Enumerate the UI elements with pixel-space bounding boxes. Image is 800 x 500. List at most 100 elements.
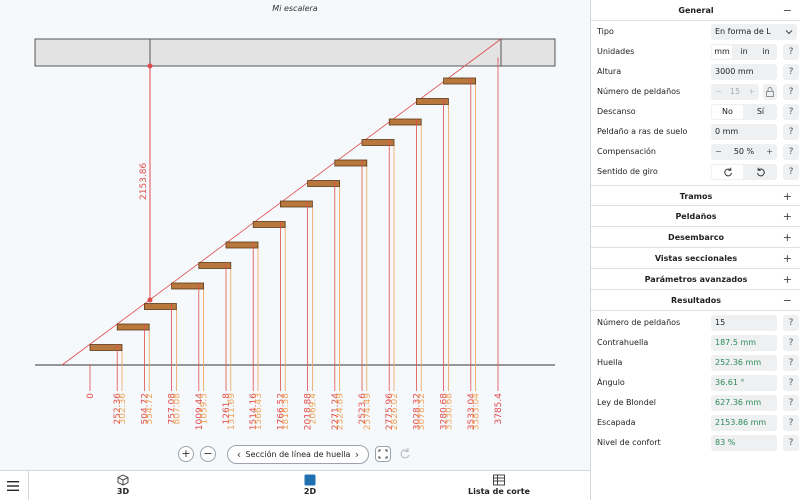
- altura-input[interactable]: 3000 mm: [711, 64, 777, 80]
- tab-cut-list[interactable]: Lista de corte: [438, 471, 560, 500]
- hamburger-icon: [7, 481, 19, 491]
- reset-view-button[interactable]: [398, 446, 412, 462]
- expand-vistas-icon[interactable]: +: [783, 248, 792, 269]
- fit-screen-button[interactable]: [375, 446, 391, 462]
- nosing-position-label: 1566.43: [254, 393, 264, 430]
- descanso-si-option[interactable]: Sí: [745, 105, 776, 119]
- drawing-canvas[interactable]: Mi escalera 2153.86 0 252.36 504.72 757.08 10…: [0, 0, 590, 470]
- zoom-in-button[interactable]: +: [178, 446, 194, 462]
- peldanos-stepper[interactable]: −15 +: [711, 84, 759, 100]
- row-altura: Altura 3000 mm ?: [591, 62, 800, 82]
- compensacion-stepper[interactable]: −50 % +: [711, 144, 777, 160]
- tab-cut-list-label: Lista de corte: [468, 487, 530, 496]
- nosing-position-label: 3078.32: [417, 393, 427, 430]
- lock-peldanos-button[interactable]: [763, 84, 777, 100]
- result-escapada-value: 2153.86 mm: [711, 415, 777, 431]
- collapse-resultados-icon[interactable]: −: [783, 290, 792, 311]
- headroom-dimension-end: [147, 63, 153, 69]
- unit-in-option[interactable]: in: [734, 45, 754, 59]
- expand-tramos-icon[interactable]: +: [783, 186, 792, 207]
- unidades-label: Unidades: [597, 47, 635, 56]
- nosing-position-label: 1311.69: [227, 393, 237, 430]
- result-angulo-value: 36.61 °: [711, 375, 777, 391]
- headroom-dimension-label: 2153.86: [139, 163, 149, 200]
- rotate-clockwise-option[interactable]: [712, 165, 743, 179]
- help-peldanos-button[interactable]: ?: [783, 84, 799, 100]
- expand-peldanos-icon[interactable]: +: [783, 206, 792, 227]
- help-angulo-button[interactable]: ?: [783, 375, 799, 391]
- help-altura-button[interactable]: ?: [783, 64, 799, 80]
- tab-2d[interactable]: 2D: [250, 471, 370, 500]
- help-unidades-button[interactable]: ?: [783, 44, 799, 60]
- section-tramos-title: Tramos: [679, 192, 713, 201]
- tab-3d[interactable]: 3D: [60, 471, 186, 500]
- riser-position-label: 0: [86, 393, 96, 399]
- chevron-down-icon: [785, 30, 793, 35]
- section-desembarco-header[interactable]: Desembarco +: [591, 227, 800, 248]
- row-descanso: Descanso No Sí ?: [591, 102, 800, 122]
- help-escapada-button[interactable]: ?: [783, 415, 799, 431]
- section-selector[interactable]: ‹ Sección de línea de huella ›: [227, 445, 369, 464]
- help-numero-peldanos-button[interactable]: ?: [783, 315, 799, 331]
- help-contrahuella-button[interactable]: ?: [783, 335, 799, 351]
- section-avanzados-header[interactable]: Parámetros avanzados +: [591, 269, 800, 290]
- expand-desembarco-icon[interactable]: +: [783, 227, 792, 248]
- ras-input[interactable]: 0 mm: [711, 124, 777, 140]
- nosing-position-label: 302.36: [118, 393, 128, 425]
- descanso-no-option[interactable]: No: [712, 105, 743, 119]
- refresh-icon: [400, 448, 410, 459]
- zoom-out-button[interactable]: −: [200, 446, 216, 462]
- nosing-position-label: 807.08: [172, 393, 182, 425]
- cube-icon: [117, 474, 129, 486]
- section-prev-button[interactable]: ‹: [232, 446, 246, 463]
- section-vistas-title: Vistas seccionales: [654, 254, 738, 263]
- help-ras-button[interactable]: ?: [783, 124, 799, 140]
- section-resultados-header[interactable]: Resultados −: [591, 290, 800, 311]
- tipo-label: Tipo: [597, 27, 614, 36]
- help-blondel-button[interactable]: ?: [783, 395, 799, 411]
- result-row-angulo: Ángulo 36.61 °?: [591, 373, 800, 393]
- section-vistas-header[interactable]: Vistas seccionales +: [591, 248, 800, 269]
- unit-in-fraction-option[interactable]: in: [756, 45, 776, 59]
- altura-label: Altura: [597, 67, 622, 76]
- menu-button[interactable]: [6, 479, 20, 493]
- units-toggle[interactable]: mm in in: [711, 44, 777, 60]
- fit-screen-icon: [378, 449, 388, 459]
- result-contrahuella-value: 187.5 mm: [711, 335, 777, 351]
- section-next-button[interactable]: ›: [350, 446, 364, 463]
- section-general-header[interactable]: General −: [591, 0, 800, 21]
- help-sentido-button[interactable]: ?: [783, 164, 799, 180]
- rotate-counterclockwise-icon: [756, 167, 765, 177]
- section-peldanos-header[interactable]: Peldaños +: [591, 206, 800, 227]
- nosing-position-label: 554.72: [145, 393, 155, 425]
- result-confort-label: Nivel de confort: [597, 438, 661, 447]
- expand-avanzados-icon[interactable]: +: [783, 269, 792, 290]
- rotate-clockwise-icon: [723, 167, 732, 177]
- sentido-toggle[interactable]: [711, 164, 777, 180]
- result-angulo-label: Ángulo: [597, 378, 625, 387]
- tab-2d-label: 2D: [303, 487, 317, 496]
- help-confort-button[interactable]: ?: [783, 435, 799, 451]
- help-descanso-button[interactable]: ?: [783, 104, 799, 120]
- result-huella-value: 252.36 mm: [711, 355, 777, 371]
- help-compensacion-button[interactable]: ?: [783, 144, 799, 160]
- rotate-counterclockwise-option[interactable]: [745, 165, 776, 179]
- section-general-title: General: [678, 6, 714, 15]
- descanso-toggle[interactable]: No Sí: [711, 104, 777, 120]
- collapse-general-icon[interactable]: −: [783, 0, 792, 21]
- table-icon: [493, 474, 505, 486]
- peldanos-value: 15: [729, 87, 741, 96]
- result-row-escapada: Escapada 2153.86 mm?: [591, 413, 800, 433]
- tipo-select[interactable]: En forma de L: [711, 24, 797, 40]
- row-compensacion: Compensación −50 % + ?: [591, 142, 800, 162]
- lock-icon: [766, 87, 774, 97]
- tipo-value: En forma de L: [715, 27, 771, 36]
- help-huella-button[interactable]: ?: [783, 355, 799, 371]
- result-escapada-label: Escapada: [597, 418, 636, 427]
- section-tramos-header[interactable]: Tramos +: [591, 185, 800, 206]
- section-label: Sección de línea de huella: [245, 450, 351, 459]
- unit-mm-option[interactable]: mm: [712, 45, 732, 59]
- result-confort-value: 83 %: [711, 435, 777, 451]
- riser-position-label: 3785.4: [494, 393, 504, 425]
- tab-3d-label: 3D: [116, 487, 130, 496]
